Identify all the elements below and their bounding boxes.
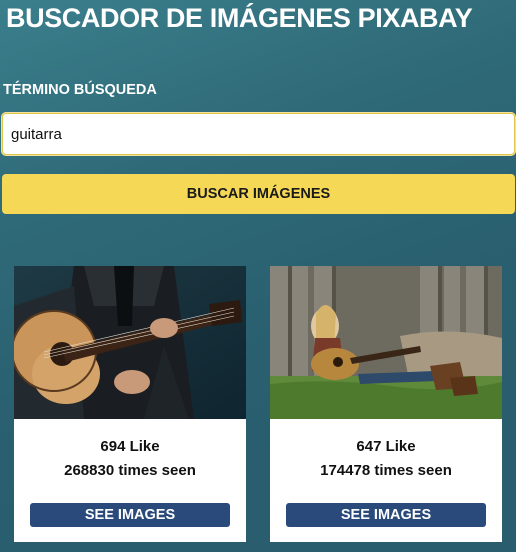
views-count: 268830 times seen [64,462,196,479]
result-card: 694 Like 268830 times seen SEE IMAGES [14,266,246,542]
see-images-button[interactable]: SEE IMAGES [30,503,230,527]
views-count: 174478 times seen [320,462,452,479]
page-title: BUSCADOR DE IMÁGENES PIXABAY [6,3,473,33]
likes-count: 647 Like [356,438,416,455]
result-image[interactable] [14,266,246,419]
search-label: TÉRMINO BÚSQUEDA [3,82,157,98]
search-input[interactable] [2,113,515,155]
see-images-button[interactable]: SEE IMAGES [286,503,486,527]
result-image[interactable] [270,266,502,419]
result-card: 647 Like 174478 times seen SEE IMAGES [270,266,502,542]
likes-count: 694 Like [100,438,160,455]
search-images-button[interactable]: BUSCAR IMÁGENES [2,174,515,214]
